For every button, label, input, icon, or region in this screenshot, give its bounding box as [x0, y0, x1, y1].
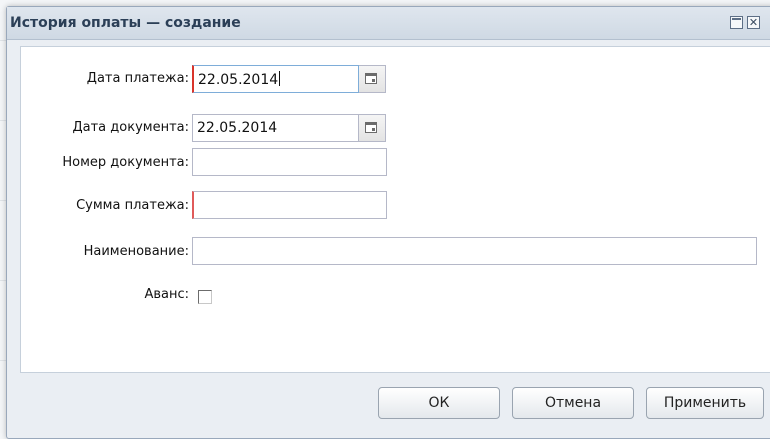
document-number-field[interactable] — [192, 148, 387, 176]
payment-date-label-wrap: Дата платежа: — [21, 71, 189, 93]
document-number-label-wrap: Номер документа: — [21, 155, 189, 177]
name-field[interactable] — [192, 237, 757, 265]
document-date-value: 22.05.2014 — [197, 120, 278, 136]
document-date-field[interactable]: 22.05.2014 — [192, 114, 359, 142]
cancel-button[interactable]: Отмена — [512, 387, 634, 419]
document-number-label: Номер документа: — [62, 155, 189, 170]
payment-date-field[interactable]: 22.05.2014 — [192, 65, 359, 93]
payment-sum-label-wrap: Сумма платежа: — [21, 198, 189, 220]
ok-button[interactable]: ОК — [378, 387, 500, 419]
form-panel: Дата платежа: 22.05.2014 Дата документа:… — [20, 46, 770, 373]
maximize-icon[interactable] — [730, 16, 743, 29]
advance-label-wrap: Аванс: — [21, 287, 189, 309]
apply-button[interactable]: Применить — [646, 387, 764, 419]
payment-date-label: Дата платежа: — [86, 71, 189, 86]
close-icon[interactable]: ✕ — [747, 16, 760, 29]
name-label-wrap: Наименование: — [21, 244, 189, 266]
payment-sum-label: Сумма платежа: — [76, 198, 189, 213]
advance-checkbox[interactable] — [198, 290, 212, 304]
calendar-icon — [365, 73, 377, 84]
dialog-title: История оплаты — создание — [10, 15, 241, 31]
document-date-calendar-button[interactable] — [359, 114, 386, 142]
dialog-footer: ОК Отмена Применить — [20, 374, 770, 434]
advance-label: Аванс: — [144, 287, 189, 302]
payment-sum-field[interactable] — [192, 191, 387, 219]
name-label: Наименование: — [83, 244, 189, 259]
document-date-label-wrap: Дата документа: — [21, 120, 189, 142]
payment-date-calendar-button[interactable] — [359, 65, 386, 93]
document-date-label: Дата документа: — [72, 120, 189, 135]
payment-date-value: 22.05.2014 — [198, 72, 279, 88]
dialog-titlebar[interactable]: История оплаты — создание ✕ — [7, 7, 770, 40]
payment-history-dialog: История оплаты — создание ✕ Дата платежа… — [6, 6, 770, 439]
text-cursor — [279, 71, 281, 86]
calendar-icon — [365, 122, 377, 133]
